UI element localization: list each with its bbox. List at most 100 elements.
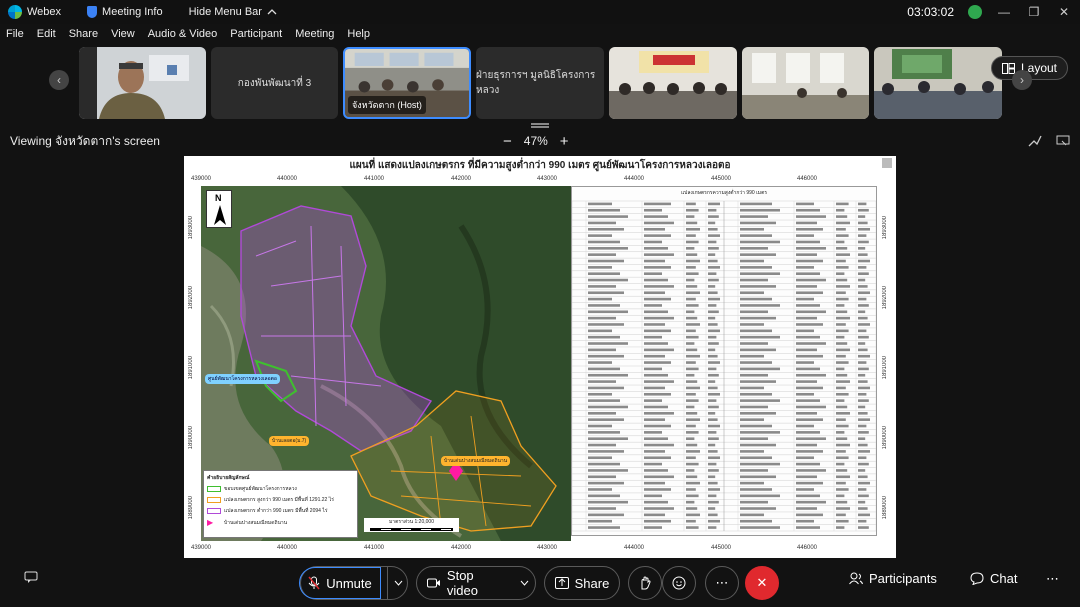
legend-row: ▶ บ้านเด่นปางสนมณีหมดถินาน	[207, 518, 354, 527]
annotate-icon[interactable]	[1028, 135, 1042, 147]
strip-next-button[interactable]: ›	[1012, 70, 1032, 90]
webex-logo-icon	[8, 5, 22, 19]
center-label: ศูนย์พัฒนาโครงการหลวงเลอตอ	[205, 374, 280, 384]
x-tick: 442000	[450, 176, 472, 182]
x-tick: 446000	[796, 545, 818, 551]
x-tick: 443000	[536, 545, 558, 551]
scale-bar: มาตราส่วน 1:20,000	[364, 518, 459, 532]
participant-video	[874, 47, 1002, 119]
menu-edit[interactable]: Edit	[37, 28, 56, 40]
menu-bar: File Edit Share View Audio & Video Parti…	[0, 24, 1080, 44]
video-options-button[interactable]	[514, 567, 535, 599]
stop-video-button[interactable]: Stop video	[427, 568, 508, 598]
y-tick: 1889000	[882, 496, 888, 520]
menu-help[interactable]: Help	[347, 28, 370, 40]
end-meeting-button[interactable]: ✕	[745, 566, 779, 600]
chevron-down-icon	[520, 580, 529, 586]
participant-tile-video-3[interactable]	[742, 47, 869, 119]
participant-tile-video-4[interactable]	[874, 47, 1002, 119]
participant-strip: ‹ กองพันพัฒนาที่ 3 จังหวัดตาก (Host) ฝ่า…	[0, 44, 1080, 122]
scale-graphic	[370, 528, 453, 531]
x-tick: 444000	[623, 176, 645, 182]
share-label: Share	[574, 575, 610, 591]
participant-tile-host[interactable]: จังหวัดตาก (Host)	[343, 47, 471, 119]
x-tick: 445000	[710, 545, 732, 551]
audio-options-button[interactable]	[386, 567, 409, 599]
hide-menu-bar-button[interactable]: Hide Menu Bar	[189, 6, 277, 18]
menu-file[interactable]: File	[6, 28, 24, 40]
meeting-info-label: Meeting Info	[102, 6, 163, 18]
camera-icon	[427, 578, 440, 588]
meeting-timer: 03:03:02	[907, 5, 954, 19]
viewing-label: Viewing จังหวัดตาก's screen	[10, 133, 160, 148]
unmute-button[interactable]: Unmute	[299, 567, 381, 599]
minimize-button[interactable]: —	[996, 5, 1012, 19]
legend-swatch	[207, 486, 221, 492]
chevron-up-icon	[267, 9, 277, 15]
unmute-label: Unmute	[326, 575, 372, 591]
zoom-value: 47%	[523, 134, 548, 148]
reactions-button[interactable]	[662, 566, 696, 600]
chat-panel-button[interactable]	[24, 571, 38, 583]
unmute-control: Unmute	[299, 566, 409, 600]
map-legend: คำอธิบายสัญลักษณ์ ขอบเขตศูนย์พัฒนาโครงกา…	[203, 470, 358, 538]
raise-hand-button[interactable]	[628, 566, 662, 600]
x-tick: 446000	[796, 176, 818, 182]
zoom-in-button[interactable]: +	[560, 133, 569, 150]
north-label: N	[215, 193, 222, 203]
participant-video	[742, 47, 869, 119]
meeting-info-button[interactable]: Meeting Info	[87, 6, 163, 18]
y-tick: 1892000	[188, 286, 194, 310]
strip-resize-handle[interactable]	[531, 123, 549, 128]
connection-status-icon[interactable]	[968, 5, 982, 19]
x-tick: 441000	[363, 176, 385, 182]
north-arrow-icon	[214, 205, 226, 225]
layout-grid-icon	[1001, 62, 1015, 74]
legend-swatch	[207, 508, 221, 514]
participant-name: กองพันพัฒนาที่ 3	[237, 77, 312, 89]
zoom-out-button[interactable]: −	[503, 133, 512, 150]
mic-muted-icon	[308, 576, 320, 590]
legend-text: แปลงเกษตรกร สูงกว่า 990 เมตร มีพื้นที่ 1…	[224, 497, 334, 503]
menu-audio-video[interactable]: Audio & Video	[148, 28, 218, 40]
plot-table: แปลงเกษตรกรความสูงต่ำกว่า 990 เมตร	[571, 186, 877, 536]
webex-meeting-window: Webex Meeting Info Hide Menu Bar 03:03:0…	[0, 0, 1080, 607]
x-tick: 444000	[623, 545, 645, 551]
remote-control-icon[interactable]	[1056, 135, 1070, 147]
participants-button[interactable]: Participants	[849, 571, 937, 586]
participant-tile-video-1[interactable]	[79, 47, 206, 119]
close-window-button[interactable]: ✕	[1056, 5, 1072, 19]
shared-screen: แผนที่ แสดงแปลงเกษตรกร ที่มีความสูงต่ำกว…	[184, 156, 896, 558]
host-name-label: จังหวัดตาก (Host)	[348, 96, 426, 114]
menu-meeting[interactable]: Meeting	[295, 28, 334, 40]
share-button[interactable]: Share	[544, 566, 620, 600]
overflow-menu-button[interactable]: ⋯	[1046, 571, 1059, 587]
participant-tile-name-1[interactable]: กองพันพัฒนาที่ 3	[211, 47, 338, 119]
strip-prev-button[interactable]: ‹	[49, 70, 69, 90]
y-tick: 1893000	[882, 216, 888, 240]
y-tick: 1890000	[882, 426, 888, 450]
participants-icon	[849, 572, 863, 585]
menu-share[interactable]: Share	[69, 28, 98, 40]
message-icon	[24, 571, 38, 583]
village-label-2: บ้านเด่นปางสนมณีหมดถินาน	[441, 456, 511, 466]
participant-tile-video-2[interactable]	[609, 47, 737, 119]
chat-button[interactable]: Chat	[970, 571, 1017, 586]
x-ticks-top: 439000 440000 441000 442000 443000 44400…	[184, 176, 896, 186]
menu-view[interactable]: View	[111, 28, 135, 40]
restore-button[interactable]: ❐	[1026, 5, 1042, 19]
chat-label: Chat	[990, 571, 1018, 586]
share-screen-icon	[554, 577, 569, 589]
control-bar: Unmute Stop video Share ⋯ ✕ Participants…	[0, 562, 1080, 606]
y-tick: 1891000	[188, 356, 194, 380]
more-options-button[interactable]: ⋯	[705, 566, 739, 600]
y-tick: 1890000	[188, 426, 194, 450]
x-tick: 445000	[710, 176, 732, 182]
legend-text: ขอบเขตศูนย์พัฒนาโครงการหลวง	[224, 486, 297, 492]
participant-tile-name-2[interactable]: ฝ่ายธุรการฯ มูลนิธิโครงการหลวง	[476, 47, 604, 119]
table-title: แปลงเกษตรกรความสูงต่ำกว่า 990 เมตร	[680, 190, 768, 196]
legend-row: ขอบเขตศูนย์พัฒนาโครงการหลวง	[207, 485, 354, 493]
title-bar-right: 03:03:02 — ❐ ✕	[907, 5, 1072, 19]
legend-text: แปลงเกษตรกร ต่ำกว่า 990 เมตร มีพื้นที่ 2…	[224, 508, 328, 514]
menu-participant[interactable]: Participant	[230, 28, 282, 40]
